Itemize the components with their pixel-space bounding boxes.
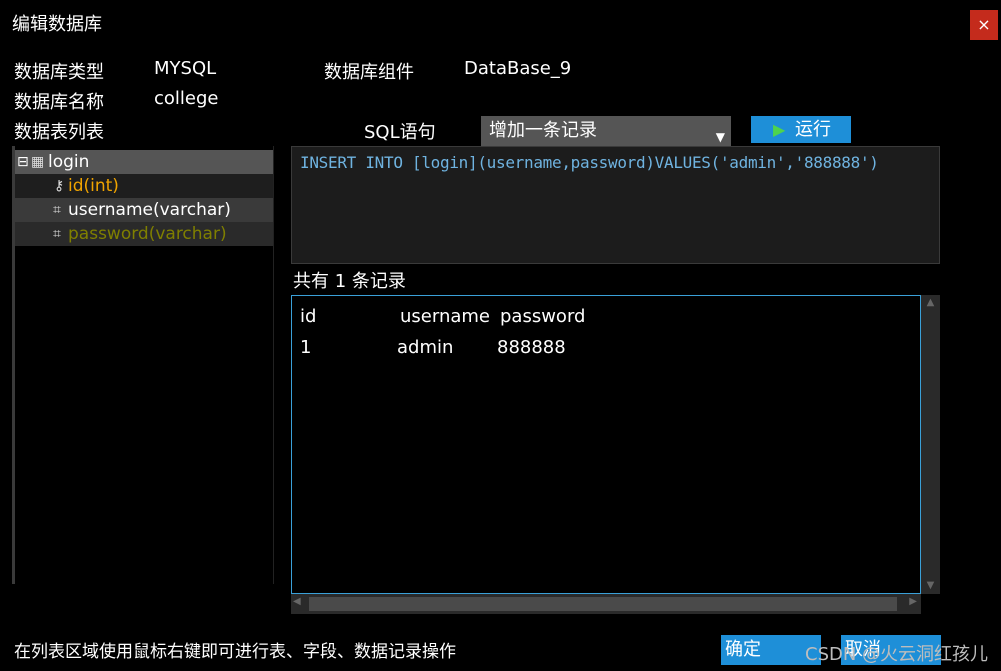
tree-node-label: id(int) — [68, 176, 119, 196]
column-header: id — [300, 306, 317, 327]
db-name-value: college — [154, 88, 219, 109]
ok-button-label: 确定 — [725, 639, 761, 660]
scroll-right-icon[interactable]: ▶ — [909, 596, 917, 607]
sql-text: INSERT INTO [login](username,password)VA… — [300, 153, 879, 172]
table-cell: admin — [397, 337, 454, 358]
play-icon: ▶ — [773, 120, 786, 139]
db-type-value: MYSQL — [154, 58, 217, 79]
sql-label: SQL语句 — [364, 122, 436, 143]
db-component-value: DataBase_9 — [464, 58, 572, 79]
table-icon: ▦ — [31, 154, 45, 170]
sql-editor[interactable]: INSERT INTO [login](username,password)VA… — [291, 146, 940, 264]
column-header: username — [400, 306, 490, 327]
collapse-icon[interactable]: ⊟ — [17, 150, 29, 174]
result-grid[interactable]: id username password 1 admin 888888 — [291, 295, 921, 594]
tree-node-label: login — [48, 152, 90, 172]
footer-hint: 在列表区域使用鼠标右键即可进行表、字段、数据记录操作 — [14, 642, 456, 662]
horizontal-scrollbar[interactable]: ◀ ▶ — [291, 594, 921, 614]
scroll-thumb[interactable] — [309, 597, 897, 611]
tree-node-login[interactable]: ⊟ ▦ login — [15, 150, 273, 174]
sql-type-selected: 增加一条记录 — [489, 120, 597, 141]
column-icon: ⌗ — [53, 226, 61, 242]
vertical-scrollbar[interactable]: ▲ ▼ — [921, 295, 940, 594]
close-button[interactable]: × — [970, 10, 998, 40]
table-list-label: 数据表列表 — [14, 122, 104, 143]
window-title: 编辑数据库 — [12, 14, 102, 35]
table-cell: 1 — [300, 337, 312, 358]
run-button-label: 运行 — [795, 119, 831, 140]
scroll-down-icon[interactable]: ▼ — [921, 578, 940, 594]
close-icon: × — [977, 15, 991, 34]
watermark: CSDN @火云洞红孩儿 — [805, 644, 989, 665]
scroll-up-icon[interactable]: ▲ — [921, 295, 940, 311]
db-type-label: 数据库类型 — [14, 62, 104, 83]
column-header: password — [500, 306, 586, 327]
db-name-label: 数据库名称 — [14, 92, 104, 113]
scroll-left-icon[interactable]: ◀ — [293, 596, 301, 607]
tree-node-username[interactable]: ⌗ username(varchar) — [15, 198, 273, 222]
tree-node-label: password(varchar) — [68, 224, 227, 244]
sql-type-select[interactable]: 增加一条记录 ▼ — [481, 116, 731, 146]
result-summary: 共有 1 条记录 — [293, 271, 406, 292]
title-bar: 编辑数据库 × — [0, 0, 1001, 45]
table-cell: 888888 — [497, 337, 566, 358]
column-icon: ⌗ — [53, 202, 61, 218]
tree-node-id[interactable]: ⚷ id(int) — [15, 174, 273, 198]
key-icon: ⚷ — [54, 178, 65, 194]
db-component-label: 数据库组件 — [324, 62, 414, 83]
tree-node-password[interactable]: ⌗ password(varchar) — [15, 222, 273, 246]
table-tree[interactable]: ⊟ ▦ login ⚷ id(int) ⌗ username(varchar) … — [12, 146, 274, 584]
tree-node-label: username(varchar) — [68, 200, 231, 220]
run-button[interactable]: ▶ 运行 — [751, 116, 851, 143]
